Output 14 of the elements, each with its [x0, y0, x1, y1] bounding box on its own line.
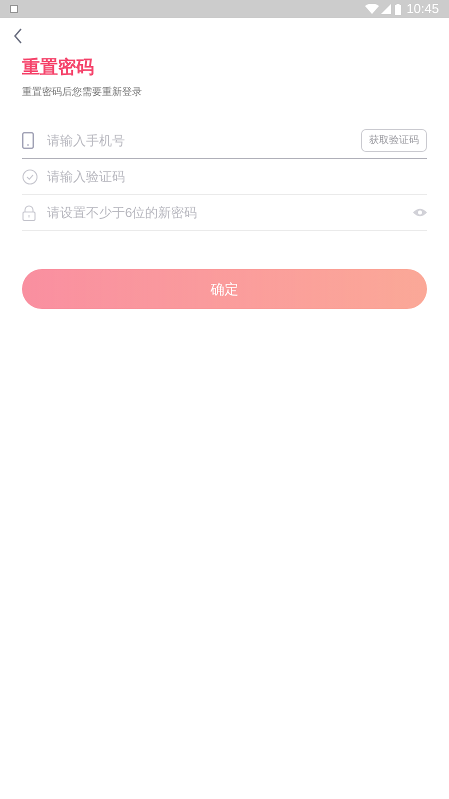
get-code-button[interactable]: 获取验证码	[361, 129, 427, 152]
notification-icon	[10, 5, 18, 13]
input-field[interactable]: 请输入手机号	[47, 130, 361, 150]
back-icon[interactable]	[13, 28, 23, 44]
page-title: 重置密码	[22, 56, 95, 78]
lock-icon	[22, 204, 36, 220]
wifi-icon	[365, 4, 380, 14]
battery-icon	[395, 4, 402, 14]
page-subtitle: 重置密码后您需要重新登录	[22, 86, 143, 100]
confirm-button[interactable]: 确定	[22, 269, 427, 309]
phone-icon	[22, 132, 34, 149]
signal-icon	[381, 4, 392, 14]
input-field[interactable]: 请设置不少于6位的新密码	[47, 202, 413, 222]
input-field[interactable]: 请输入验证码	[47, 166, 427, 186]
